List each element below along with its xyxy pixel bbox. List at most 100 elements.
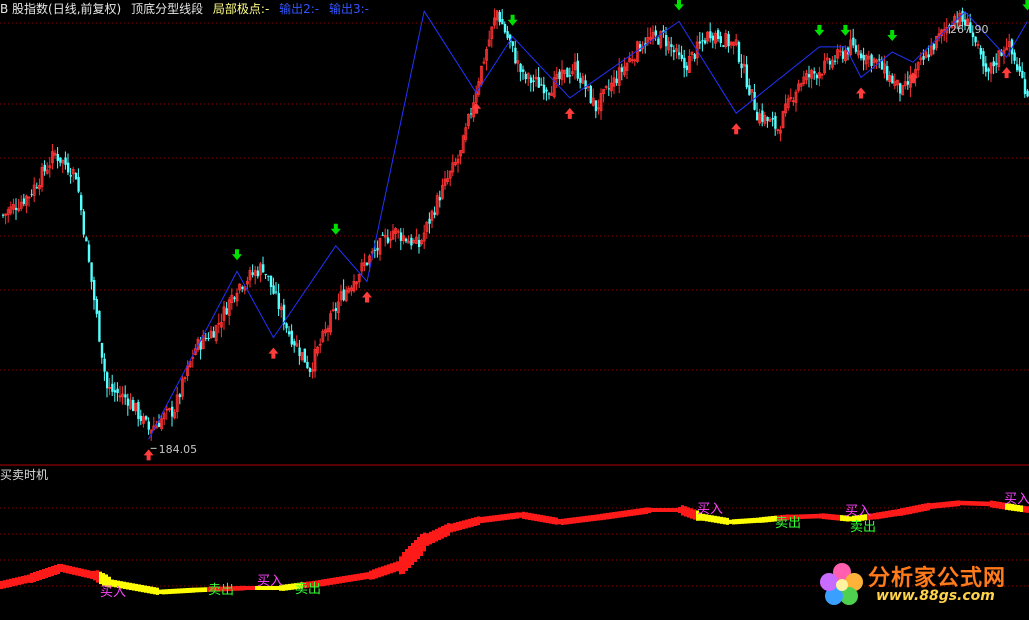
oscillator-bar (162, 589, 165, 595)
top-arrow-icon (840, 24, 851, 36)
candle-body (870, 54, 873, 66)
candle-body (293, 341, 296, 346)
oscillator-bar (834, 514, 837, 521)
candle-body (207, 338, 210, 340)
oscillator-bar (444, 524, 447, 538)
candlesticks[interactable] (2, 7, 1029, 441)
oscillator-bar (6, 579, 9, 588)
candle-body (717, 30, 720, 39)
oscillator-bar (504, 513, 507, 521)
oscillator-bar (129, 582, 132, 591)
candle-body (1021, 70, 1024, 78)
candle-body (256, 270, 260, 277)
oscillator-bar (681, 505, 684, 516)
oscillator-bar (951, 501, 954, 507)
oscillator-bar (48, 567, 51, 577)
candle-body (498, 12, 501, 23)
candle-body (67, 162, 70, 173)
candle-body (665, 35, 668, 47)
candle-body (987, 68, 990, 72)
oscillator-bar (510, 513, 513, 520)
oscillator-bar (252, 586, 255, 590)
candle-body (269, 275, 273, 287)
oscillator-bar (384, 565, 387, 576)
oscillator-bar (894, 509, 897, 517)
sell-signal-label: 卖出 (208, 583, 234, 598)
oscillator-bar (75, 567, 78, 576)
candle-body (719, 36, 722, 44)
oscillator-bar (138, 584, 141, 592)
oscillator-bar (810, 514, 813, 519)
oscillator-bar (909, 506, 912, 514)
candle-body (43, 164, 46, 172)
oscillator-bar (411, 543, 414, 565)
oscillator-bar (327, 578, 330, 586)
sub-panel-title[interactable]: 买卖时机 (0, 466, 48, 483)
chart-canvas[interactable]: 买入 卖出买入卖出买入卖出买入卖出买入 184.05 267.90 (0, 0, 1029, 620)
candle-body (711, 35, 715, 41)
oscillator-bar (285, 584, 288, 591)
candle-body (410, 237, 413, 246)
oscillator-bar (579, 516, 582, 523)
oscillator-bar (741, 518, 744, 524)
oscillator-bar (549, 516, 552, 524)
candle-body (594, 100, 598, 112)
candle-body (979, 47, 982, 55)
oscillator-bar (30, 573, 33, 583)
grid-lines (0, 22, 1029, 587)
oscillator-bar (414, 540, 417, 562)
oscillator-bar (186, 588, 189, 594)
oscillator-bar (576, 516, 579, 524)
candle-body (841, 51, 845, 59)
oscillator-bar (924, 503, 927, 511)
oscillator-bar (369, 570, 372, 580)
oscillator-bar (183, 588, 186, 594)
oscillator-bar (969, 501, 972, 506)
oscillator-bar (903, 507, 906, 516)
oscillator-bar (417, 537, 420, 559)
bottom-arrow-icon (856, 87, 866, 99)
oscillator-bar (930, 503, 933, 509)
oscillator-bar (447, 523, 450, 536)
oscillator-bar (99, 571, 102, 585)
oscillator-bar (717, 516, 720, 524)
oscillator-bar (78, 568, 81, 577)
oscillator-bar (675, 508, 678, 512)
oscillator-bar (543, 515, 546, 523)
candle-body (654, 30, 657, 36)
candle-body (267, 275, 270, 277)
candle-body (30, 194, 33, 196)
candle-body (158, 422, 161, 427)
oscillator-bar (513, 512, 516, 519)
oscillator-bar (831, 514, 834, 520)
oscillator-bar (501, 514, 504, 521)
candle-body (95, 299, 98, 314)
candle-body (982, 51, 985, 67)
indicator-name[interactable]: 顶底分型线段 (131, 2, 203, 16)
candle-body (22, 198, 26, 204)
oscillator-bar (735, 519, 738, 525)
candle-body (727, 34, 730, 47)
candle-body (100, 343, 104, 358)
oscillator-bar (132, 583, 135, 591)
oscillator-bar (612, 512, 615, 519)
output3-label: 输出3:- (328, 2, 369, 16)
oscillator-bar (237, 585, 240, 591)
symbol-title[interactable]: B 股指数(日线,前复权) (0, 2, 121, 16)
candle-body (116, 388, 119, 394)
oscillator-bar (837, 514, 840, 521)
candle-body (298, 347, 301, 356)
candle-body (470, 113, 473, 115)
oscillator-bar (9, 578, 12, 587)
oscillator-bar (726, 517, 729, 525)
oscillator-bar (51, 566, 54, 576)
candle-body (678, 52, 681, 56)
top-arrow-icon (507, 14, 518, 26)
oscillator-bar (390, 563, 393, 574)
oscillator-bar (693, 509, 696, 520)
oscillator-bar (474, 517, 477, 526)
candle-body (1026, 90, 1029, 97)
candle-body (15, 207, 18, 210)
candle-body (722, 45, 725, 47)
oscillator-bar (420, 534, 423, 556)
